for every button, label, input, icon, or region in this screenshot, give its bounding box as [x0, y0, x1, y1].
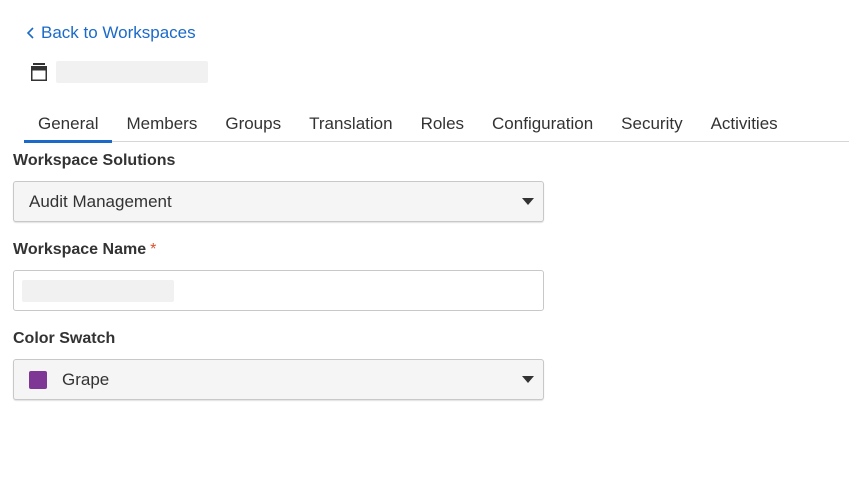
- back-link-label: Back to Workspaces: [41, 23, 196, 42]
- workspace-header: [30, 60, 208, 84]
- tab-security[interactable]: Security: [607, 110, 696, 141]
- workspace-name-label-text: Workspace Name: [13, 241, 147, 258]
- workspace-name-input[interactable]: [13, 270, 544, 311]
- color-swatch-select[interactable]: Grape: [13, 359, 544, 400]
- workspace-name-value-placeholder: [22, 280, 174, 302]
- caret-down-icon: [522, 376, 534, 383]
- required-marker: *: [150, 241, 157, 258]
- color-swatch-label: Color Swatch: [13, 330, 116, 347]
- tab-translation[interactable]: Translation: [295, 110, 406, 141]
- workspace-name-placeholder: [56, 61, 208, 83]
- workspace-solutions-label: Workspace Solutions: [13, 152, 176, 169]
- tab-general[interactable]: General: [24, 110, 113, 143]
- workspace-name-label: Workspace Name *: [13, 241, 156, 259]
- caret-down-icon: [522, 198, 534, 205]
- tab-roles[interactable]: Roles: [407, 110, 478, 141]
- tab-groups[interactable]: Groups: [211, 110, 295, 141]
- workspace-solutions-value: Audit Management: [29, 191, 172, 211]
- chevron-left-icon: [26, 27, 34, 39]
- tab-activities[interactable]: Activities: [697, 110, 792, 141]
- tab-bar: General Members Groups Translation Roles…: [24, 110, 849, 143]
- tab-configuration[interactable]: Configuration: [478, 110, 607, 141]
- workspace-solutions-select[interactable]: Audit Management: [13, 181, 544, 222]
- tab-members[interactable]: Members: [112, 110, 211, 141]
- back-to-workspaces-link[interactable]: Back to Workspaces: [26, 22, 196, 44]
- workspace-icon: [31, 63, 47, 81]
- color-swatch-value: Grape: [62, 369, 110, 389]
- color-swatch-chip: [29, 370, 47, 389]
